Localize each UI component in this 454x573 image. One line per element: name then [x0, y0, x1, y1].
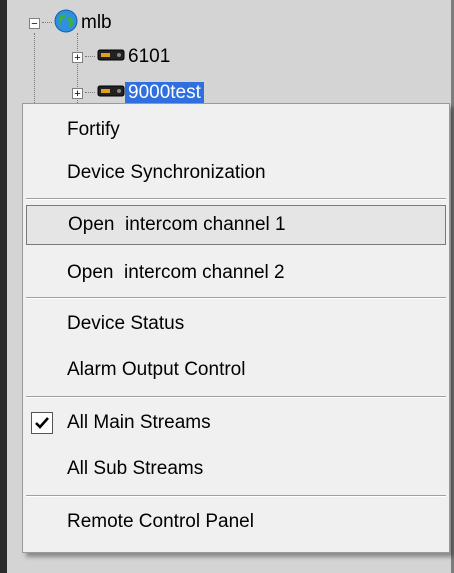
checkmark-icon: [31, 412, 53, 434]
menu-separator: [26, 297, 446, 299]
menu-item-device-synchronization[interactable]: Device Synchronization: [26, 153, 446, 193]
menu-item-open-intercom-channel-2[interactable]: Open intercom channel 2: [26, 253, 446, 293]
context-menu: Fortify Device Synchronization Open inte…: [22, 103, 450, 553]
menu-separator: [26, 495, 446, 497]
menu-separator: [26, 396, 446, 398]
device-icon: [97, 83, 125, 104]
tree-connector: [42, 22, 52, 24]
menu-item-device-status[interactable]: Device Status: [26, 304, 446, 344]
tree-node-label: 6101: [128, 46, 171, 67]
globe-icon: [54, 9, 78, 38]
menu-item-label: Device Synchronization: [67, 162, 266, 183]
device-icon: [97, 47, 125, 68]
menu-item-label: Open intercom channel 2: [67, 262, 285, 283]
expand-toggle[interactable]: +: [72, 51, 83, 63]
tree-connector: [85, 56, 95, 58]
menu-item-label: Fortify: [67, 119, 120, 140]
tree-node-device[interactable]: + 6101: [72, 44, 173, 70]
menu-item-all-sub-streams[interactable]: All Sub Streams: [26, 449, 446, 489]
menu-item-alarm-output-control[interactable]: Alarm Output Control: [26, 350, 446, 390]
tree-node-root[interactable]: − mlb: [29, 9, 115, 38]
menu-item-label: All Sub Streams: [67, 458, 204, 479]
menu-item-open-intercom-channel-1[interactable]: Open intercom channel 1: [26, 205, 446, 245]
menu-item-all-main-streams[interactable]: All Main Streams: [26, 403, 446, 443]
tree-node-label: 9000test: [125, 82, 204, 104]
tree-node-label: mlb: [81, 12, 112, 33]
tree-connector: [34, 33, 35, 103]
menu-item-label: Open intercom channel 1: [68, 214, 286, 235]
menu-item-label: Device Status: [67, 313, 185, 334]
tree-connector: [85, 92, 95, 94]
menu-item-remote-control-panel[interactable]: Remote Control Panel: [26, 502, 446, 542]
menu-item-fortify[interactable]: Fortify: [26, 110, 446, 150]
expand-toggle[interactable]: +: [72, 87, 83, 99]
menu-item-label: Remote Control Panel: [67, 511, 254, 532]
menu-item-label: All Main Streams: [67, 412, 211, 433]
menu-item-label: Alarm Output Control: [67, 359, 246, 380]
collapse-toggle[interactable]: −: [29, 17, 40, 29]
device-tree: − mlb + 6101 + 9000test: [0, 0, 454, 110]
menu-separator: [26, 198, 446, 200]
